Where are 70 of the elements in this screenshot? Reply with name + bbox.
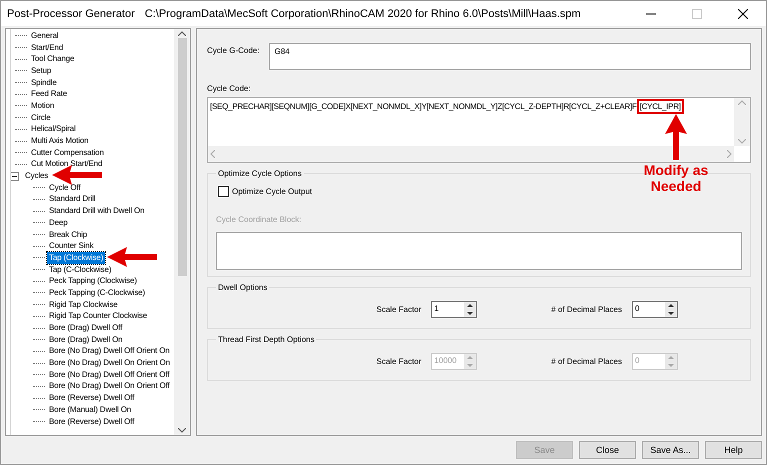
spinner-label: Scale Factor xyxy=(376,356,422,366)
tree-item[interactable]: Bore (Manual) Dwell On xyxy=(47,404,134,416)
maximize-icon xyxy=(692,8,702,18)
group-title: Thread First Depth Options xyxy=(217,335,316,344)
tree-item[interactable]: Start/End xyxy=(29,42,66,54)
coordinate-block-field[interactable] xyxy=(216,232,742,270)
tree-item[interactable]: Break Chip xyxy=(47,228,90,241)
scroll-up-icon[interactable] xyxy=(178,31,186,36)
tree-item[interactable]: General xyxy=(29,30,60,42)
tree-item[interactable]: Spindle xyxy=(29,76,59,89)
tree-item[interactable]: Cycle Off xyxy=(47,182,82,194)
spinner-label: # of Decimal Places xyxy=(551,356,622,366)
tree-item[interactable]: Setup xyxy=(29,64,54,77)
number-spinner[interactable]: 0 xyxy=(632,300,678,318)
tree-item[interactable]: Peck Tapping (Clockwise) xyxy=(47,275,139,288)
annotation-text: Modify as Needed xyxy=(642,162,710,194)
spinner-label: Scale Factor xyxy=(376,304,422,314)
spinner-label: # of Decimal Places xyxy=(551,304,622,314)
up-arrow xyxy=(665,114,687,160)
checkbox-label: Optimize Cycle Output xyxy=(232,187,312,196)
number-spinner[interactable]: 1 xyxy=(431,300,478,318)
tree-item[interactable]: Counter Sink xyxy=(47,240,96,252)
tree-item[interactable]: Deep xyxy=(47,216,70,229)
tree-item[interactable]: Cycles xyxy=(23,170,50,182)
field-label: Cycle G-Code: xyxy=(207,46,260,55)
tree-item[interactable]: Bore (No Drag) Dwell On Orient Off xyxy=(47,380,172,392)
group-title: Dwell Options xyxy=(217,283,268,292)
tree-item[interactable]: Tap (Clockwise) xyxy=(47,252,106,264)
code-text: [SEQ_PRECHAR][SEQNUM][G_CODE]X[NEXT_NONMDL_X]Y[NEXT_NONMDL_Y]Z[CYCL_Z-DEPTH]R[CYCL_Z+CLEAR]F xyxy=(210,102,637,111)
group-title: Optimize Cycle Options xyxy=(217,169,303,178)
checkbox[interactable] xyxy=(218,186,229,197)
tree-item[interactable]: Standard Drill xyxy=(47,193,98,206)
tree-item[interactable]: Peck Tapping (C-Clockwise) xyxy=(47,286,147,299)
dialog-button[interactable]: Save As... xyxy=(642,441,699,459)
tree-item[interactable]: Motion xyxy=(29,100,56,112)
dialog-button[interactable]: Help xyxy=(705,441,762,459)
tree-item[interactable]: Rigid Tap Clockwise xyxy=(47,298,120,311)
field-label: Cycle Code: xyxy=(207,84,252,93)
file-path: C:\ProgramData\MecSoft Corporation\RhinoCAM 2020 for Rhino 6.0\Posts\Mill\Haas.spm xyxy=(144,8,581,20)
scroll-right-icon[interactable] xyxy=(727,150,732,158)
tree-item[interactable]: Rigid Tap Counter Clockwise xyxy=(47,310,150,322)
tree-item[interactable]: Cut Motion Start/End xyxy=(29,158,104,170)
tree-item[interactable]: Multi Axis Motion xyxy=(29,135,90,148)
spin-arrows-icon[interactable] xyxy=(464,302,476,316)
field-label: Cycle Coordinate Block: xyxy=(216,215,302,224)
dialog-button[interactable]: Close xyxy=(579,441,636,459)
tree-item[interactable]: Helical/Spiral xyxy=(29,123,78,136)
scrollbar[interactable] xyxy=(174,29,190,435)
tree-item[interactable]: Bore (No Drag) Dwell Off Orient On xyxy=(47,345,172,358)
tree-item[interactable]: Feed Rate xyxy=(29,88,70,100)
scroll-left-icon[interactable] xyxy=(210,150,215,158)
scroll-down-icon[interactable] xyxy=(178,428,186,433)
tree-item[interactable]: Tool Change xyxy=(29,53,76,66)
highlight-box: [CYCL_IPR] xyxy=(636,99,684,114)
close-icon xyxy=(738,8,748,18)
tree-item[interactable]: Tap (C-Clockwise) xyxy=(47,264,114,276)
tree-item[interactable]: Bore (No Drag) Dwell On Orient On xyxy=(47,357,172,370)
tree-item[interactable]: Circle xyxy=(29,112,53,124)
gcode-field[interactable]: G84 xyxy=(269,43,751,70)
tree-item[interactable]: Standard Drill with Dwell On xyxy=(47,205,146,218)
window-title: Post-Processor Generator xyxy=(7,8,135,20)
cycle-code-field[interactable]: [SEQ_PRECHAR][SEQNUM][G_CODE]X[NEXT_NONMDL_X]Y[NEXT_NONMDL_Y]Z[CYCL_Z-DEPTH]R[CYCL_Z+CLEAR]F [CYCL_IPR] xyxy=(207,97,751,163)
tree-item[interactable]: Bore (Reverse) Dwell Off xyxy=(47,392,136,404)
tree-item[interactable]: Bore (Drag) Dwell On xyxy=(47,334,124,346)
tree-item[interactable]: Bore (Drag) Dwell Off xyxy=(47,322,124,334)
collapse-icon[interactable] xyxy=(11,172,19,181)
tree-item[interactable]: Cutter Compensation xyxy=(29,146,106,159)
tree-item[interactable]: Bore (Reverse) Dwell Off xyxy=(47,416,136,428)
spin-arrows-icon[interactable] xyxy=(665,302,677,316)
tree-item[interactable]: Bore (No Drag) Dwell Off Orient Off xyxy=(47,368,172,381)
